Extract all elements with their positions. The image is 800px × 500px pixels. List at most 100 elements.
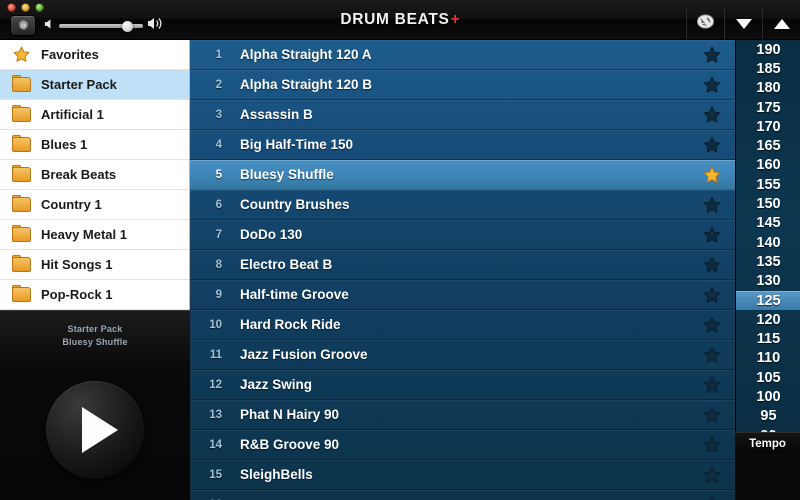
favorite-star-button[interactable] — [689, 255, 735, 275]
beat-row[interactable]: 12 Jazz Swing — [190, 370, 735, 400]
sidebar-item-blues-1[interactable]: Blues 1 — [0, 130, 189, 160]
tempo-value[interactable]: 165 — [736, 136, 800, 155]
beat-name: Jazz Swing — [240, 377, 313, 392]
tempo-value[interactable]: 120 — [736, 310, 800, 329]
sidebar-item-country-1[interactable]: Country 1 — [0, 190, 189, 220]
tempo-value[interactable]: 135 — [736, 252, 800, 271]
favorite-star-button[interactable] — [689, 285, 735, 305]
minimize-button[interactable] — [21, 3, 30, 12]
sidebar-item-pop-rock-1[interactable]: Pop-Rock 1 — [0, 280, 189, 310]
volume-slider-track[interactable] — [59, 20, 143, 32]
beat-row[interactable]: 15 SleighBells — [190, 460, 735, 490]
beat-row[interactable]: 11 Jazz Fusion Groove — [190, 340, 735, 370]
tempo-value[interactable]: 115 — [736, 329, 800, 348]
favorite-star-button[interactable] — [689, 405, 735, 425]
beat-row[interactable]: 1 Alpha Straight 120 A — [190, 40, 735, 70]
beat-number: 2 — [215, 78, 222, 91]
zoom-button[interactable] — [35, 3, 44, 12]
folder-icon — [12, 195, 31, 212]
favorite-star-button[interactable] — [689, 345, 735, 365]
toolbar-right — [686, 8, 800, 40]
tempo-value[interactable]: 130 — [736, 272, 800, 291]
close-button[interactable] — [7, 3, 16, 12]
beat-row[interactable]: 16 — [190, 490, 735, 500]
beat-name: R&B Groove 90 — [240, 437, 340, 452]
beat-name: Alpha Straight 120 B — [240, 77, 373, 92]
beat-row[interactable]: 3 Assassin B — [190, 100, 735, 130]
tempo-value[interactable]: 150 — [736, 194, 800, 213]
favorite-star-button[interactable] — [689, 435, 735, 455]
tempo-value[interactable]: 155 — [736, 175, 800, 194]
favorite-star-button[interactable] — [689, 135, 735, 155]
beat-row[interactable]: 6 Country Brushes — [190, 190, 735, 220]
sidebar-item-favorites[interactable]: Favorites — [0, 40, 189, 70]
speaker-high-icon — [147, 17, 164, 35]
tempo-value[interactable]: 160 — [736, 156, 800, 175]
beat-row[interactable]: 4 Big Half-Time 150 — [190, 130, 735, 160]
favorite-star-button[interactable] — [689, 75, 735, 95]
play-button[interactable] — [46, 381, 144, 479]
beat-row[interactable]: 9 Half-time Groove — [190, 280, 735, 310]
tempo-value[interactable]: 190 — [736, 40, 800, 59]
favorite-star-button[interactable] — [689, 195, 735, 215]
beat-name: Big Half-Time 150 — [240, 137, 354, 152]
tempo-value[interactable]: 105 — [736, 368, 800, 387]
favorite-star-button[interactable] — [689, 225, 735, 245]
tempo-value[interactable]: 175 — [736, 98, 800, 117]
folder-icon — [12, 165, 31, 182]
sidebar-item-label: Heavy Metal 1 — [41, 227, 127, 242]
folder-icon — [12, 105, 31, 122]
tempo-value[interactable]: 145 — [736, 214, 800, 233]
tempo-value[interactable]: 125 — [736, 290, 800, 311]
folder-icon — [12, 225, 31, 242]
drum-beats-window: DRUM BEATS + Favorites Starter Pack Arti… — [0, 0, 800, 500]
tempo-value[interactable]: 95 — [736, 407, 800, 426]
title-bar: DRUM BEATS + — [0, 0, 800, 40]
triangle-down-icon — [735, 19, 752, 29]
beat-row[interactable]: 13 Phat N Hairy 90 — [190, 400, 735, 430]
scroll-up-button[interactable] — [762, 8, 800, 40]
tempo-wheel[interactable]: 190 185 180 175 170 165 160 155 150 145 140 135 130 1… — [735, 40, 800, 500]
tempo-value[interactable]: 185 — [736, 59, 800, 78]
beat-number: 7 — [215, 228, 222, 241]
favorite-star-button[interactable] — [689, 315, 735, 335]
settings-button[interactable] — [10, 15, 36, 36]
sidebar-item-break-beats[interactable]: Break Beats — [0, 160, 189, 190]
sidebar: Favorites Starter Pack Artificial 1 Blues 1… — [0, 40, 190, 500]
sidebar-item-label: Favorites — [41, 47, 99, 62]
beat-name: Jazz Fusion Groove — [240, 347, 368, 362]
play-icon — [81, 407, 118, 453]
beat-row[interactable]: 8 Electro Beat B — [190, 250, 735, 280]
sidebar-item-hit-songs-1[interactable]: Hit Songs 1 — [0, 250, 189, 280]
tempo-value[interactable]: 110 — [736, 349, 800, 368]
beat-row[interactable]: 14 R&B Groove 90 — [190, 430, 735, 460]
beat-list[interactable]: 1 Alpha Straight 120 A 2 Alpha Straight 120… — [190, 40, 735, 500]
tempo-value[interactable]: 170 — [736, 117, 800, 136]
favorite-star-button[interactable] — [689, 45, 735, 65]
beat-row[interactable]: 5 Bluesy Shuffle — [190, 160, 735, 190]
beat-row[interactable]: 2 Alpha Straight 120 B — [190, 70, 735, 100]
favorite-star-button[interactable] — [689, 495, 735, 500]
tempo-value[interactable]: 100 — [736, 387, 800, 406]
tempo-value[interactable]: 180 — [736, 79, 800, 98]
scroll-down-button[interactable] — [724, 8, 762, 40]
sidebar-item-starter-pack[interactable]: Starter Pack — [0, 70, 189, 100]
favorite-star-button[interactable] — [689, 165, 735, 185]
sidebar-item-artificial-1[interactable]: Artificial 1 — [0, 100, 189, 130]
sidebar-item-heavy-metal-1[interactable]: Heavy Metal 1 — [0, 220, 189, 250]
favorite-star-button[interactable] — [689, 465, 735, 485]
favorite-star-button[interactable] — [689, 375, 735, 395]
folder-icon — [12, 75, 31, 92]
volume-control[interactable] — [44, 16, 164, 36]
gear-icon — [17, 19, 30, 32]
drum-kit-button[interactable] — [686, 8, 724, 40]
favorite-star-button[interactable] — [689, 105, 735, 125]
beat-name: Half-time Groove — [240, 287, 349, 302]
now-playing-beat: Bluesy Shuffle — [62, 337, 128, 347]
beat-row[interactable]: 7 DoDo 130 — [190, 220, 735, 250]
tempo-value[interactable]: 140 — [736, 233, 800, 252]
volume-slider-knob[interactable] — [121, 20, 133, 32]
beat-row[interactable]: 10 Hard Rock Ride — [190, 310, 735, 340]
app-title-text: DRUM BEATS — [340, 11, 450, 28]
beat-number: 8 — [215, 258, 222, 271]
